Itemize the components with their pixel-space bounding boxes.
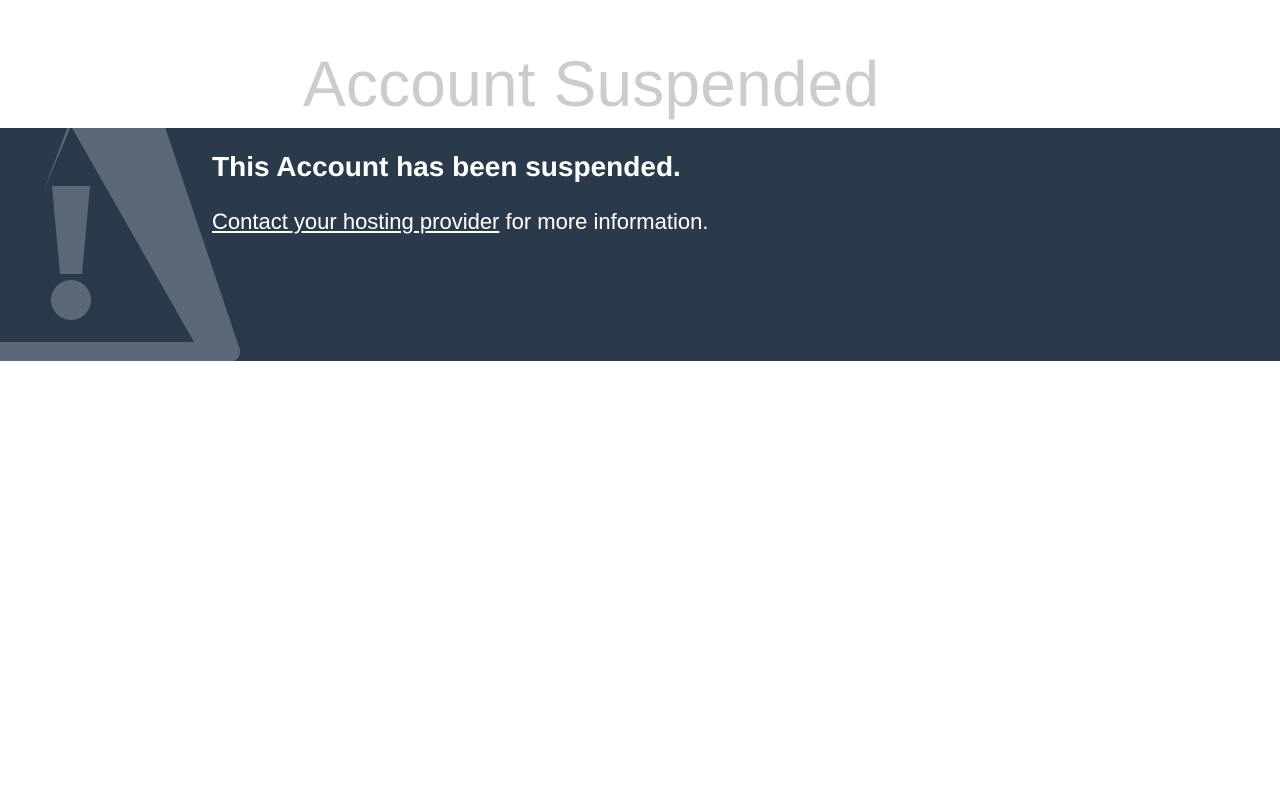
contact-hosting-provider-link[interactable]: Contact your hosting provider <box>212 209 499 234</box>
page-header: Account Suspended <box>0 0 1280 128</box>
page-title: Account Suspended <box>303 48 880 120</box>
suspension-message: Contact your hosting provider for more i… <box>212 208 708 236</box>
suspension-banner: This Account has been suspended. Contact… <box>0 128 1280 361</box>
message-suffix: for more information. <box>499 209 709 234</box>
suspension-heading: This Account has been suspended. <box>212 151 681 182</box>
warning-triangle-icon <box>0 128 240 361</box>
